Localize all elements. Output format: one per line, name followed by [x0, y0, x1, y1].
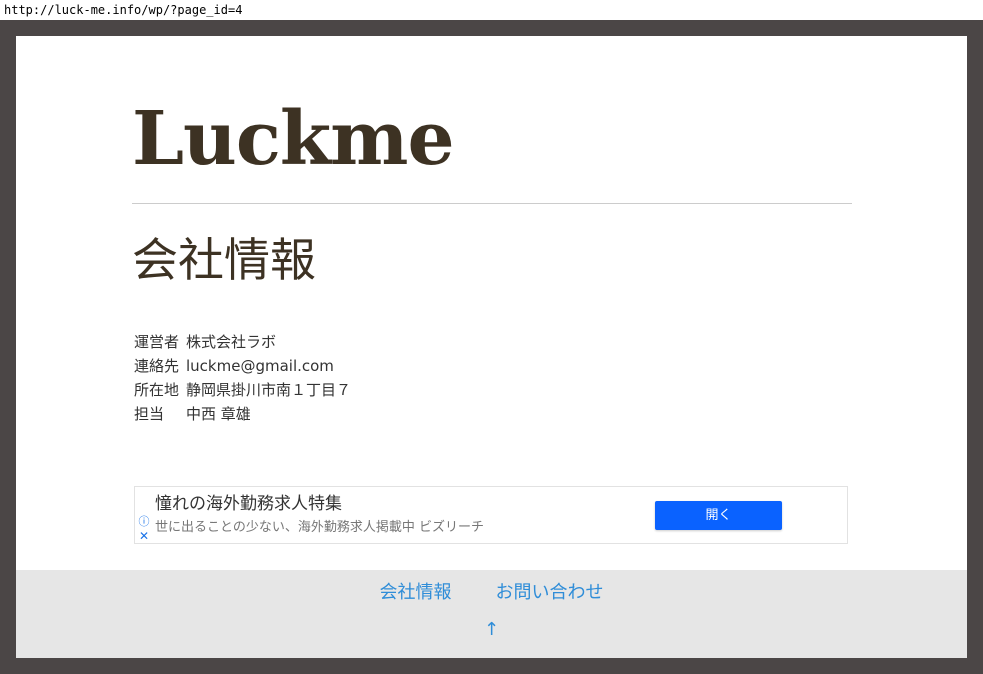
info-label: 運営者	[134, 333, 180, 351]
info-value: 静岡県掛川市南１丁目７	[186, 381, 352, 399]
ad-title[interactable]: 憧れの海外勤務求人特集	[155, 493, 342, 515]
info-row-address: 所在地 静岡県掛川市南１丁目７	[134, 378, 351, 402]
title-divider	[132, 203, 852, 204]
info-label: 担当	[134, 405, 165, 423]
info-value: luckme@gmail.com	[186, 357, 334, 375]
footer: 会社情報 お問い合わせ ↑	[16, 570, 967, 658]
ad-close-icon[interactable]: ✕	[138, 530, 150, 542]
info-label: 所在地	[134, 381, 180, 399]
page-frame: Luckme 会社情報 運営者 株式会社ラボ 連絡先 luckme@gmail.co…	[0, 20, 983, 674]
ad-banner[interactable]: ⓘ ✕ 憧れの海外勤務求人特集 世に出ることの少ない、海外勤務求人掲載中 ビズリ…	[134, 486, 848, 544]
page-heading: 会社情報	[132, 233, 316, 287]
company-info: 運営者 株式会社ラボ 連絡先 luckme@gmail.com 所在地 静岡県掛川市南…	[134, 330, 351, 426]
address-bar-url: http://luck-me.info/wp/?page_id=4	[0, 0, 983, 20]
page-content: Luckme 会社情報 運営者 株式会社ラボ 連絡先 luckme@gmail.co…	[16, 36, 967, 658]
info-row-person: 担当 中西 章雄	[134, 402, 351, 426]
info-value: 株式会社ラボ	[186, 333, 277, 351]
footer-link-company-info[interactable]: 会社情報	[380, 580, 452, 606]
back-to-top-arrow-icon[interactable]: ↑	[16, 617, 967, 643]
site-title[interactable]: Luckme	[132, 94, 455, 184]
footer-nav: 会社情報 お問い合わせ	[16, 580, 967, 606]
info-row-operator: 運営者 株式会社ラボ	[134, 330, 351, 354]
info-label: 連絡先	[134, 357, 180, 375]
ad-open-button[interactable]: 開く	[655, 501, 782, 530]
info-value: 中西 章雄	[186, 405, 251, 423]
ad-description: 世に出ることの少ない、海外勤務求人掲載中 ビズリーチ	[155, 520, 485, 535]
footer-link-contact[interactable]: お問い合わせ	[496, 580, 604, 606]
info-row-contact: 連絡先 luckme@gmail.com	[134, 354, 351, 378]
ad-info-icon[interactable]: ⓘ	[138, 516, 150, 528]
